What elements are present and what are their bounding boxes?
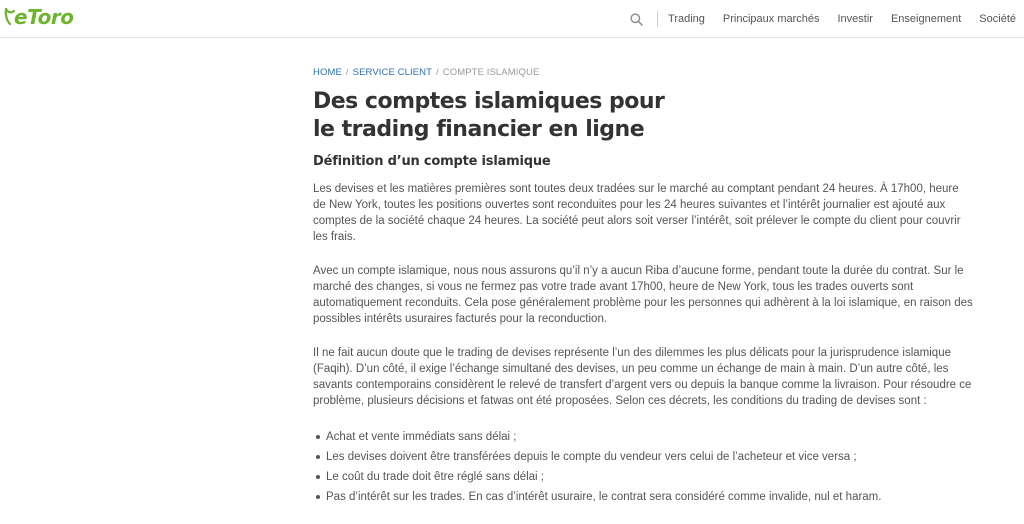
list-item: Pas d’intérêt sur les trades. En cas d’i… [313, 487, 973, 507]
article-content: HOME / SERVICE CLIENT / COMPTE ISLAMIQUE… [313, 62, 973, 507]
section-heading: Définition d’un compte islamique [313, 154, 551, 169]
nav-principaux-marches[interactable]: Principaux marchés [723, 13, 820, 25]
breadcrumb-separator: / [436, 66, 439, 78]
nav-societe[interactable]: Société [979, 13, 1016, 25]
search-button[interactable] [625, 8, 647, 30]
nav-enseignement[interactable]: Enseignement [891, 13, 961, 25]
site-header: eToro Trading Principaux marchés Investi… [0, 0, 1024, 38]
main-nav: Trading Principaux marchés Investir Ense… [625, 0, 1024, 38]
list-item: Le coût du trade doit être réglé sans dé… [313, 467, 973, 487]
list-item: Les devises doivent être transférées dep… [313, 447, 973, 467]
nav-trading[interactable]: Trading [668, 13, 705, 25]
page-title: Des comptes islamiques pour le trading f… [313, 89, 665, 142]
logo-wordmark: eToro [14, 5, 74, 29]
breadcrumb-current: COMPTE ISLAMIQUE [442, 66, 540, 78]
nav-divider [657, 11, 659, 27]
breadcrumb-home[interactable]: HOME [313, 67, 342, 78]
breadcrumb-service-client[interactable]: SERVICE CLIENT [353, 67, 432, 78]
etoro-logo[interactable]: eToro [4, 4, 74, 30]
search-icon [629, 12, 643, 26]
nav-investir[interactable]: Investir [838, 13, 873, 25]
article-paragraph: Il ne fait aucun doute que le trading de… [313, 347, 972, 407]
article-paragraph: Avec un compte islamique, nous nous assu… [313, 265, 973, 325]
breadcrumb: HOME / SERVICE CLIENT / COMPTE ISLAMIQUE [313, 62, 973, 82]
article-paragraph: Les devises et les matières premières so… [313, 183, 961, 243]
conditions-list: Achat et vente immédiats sans délai ; Le… [313, 427, 973, 507]
list-item: Achat et vente immédiats sans délai ; [313, 427, 973, 447]
breadcrumb-separator: / [345, 66, 349, 78]
